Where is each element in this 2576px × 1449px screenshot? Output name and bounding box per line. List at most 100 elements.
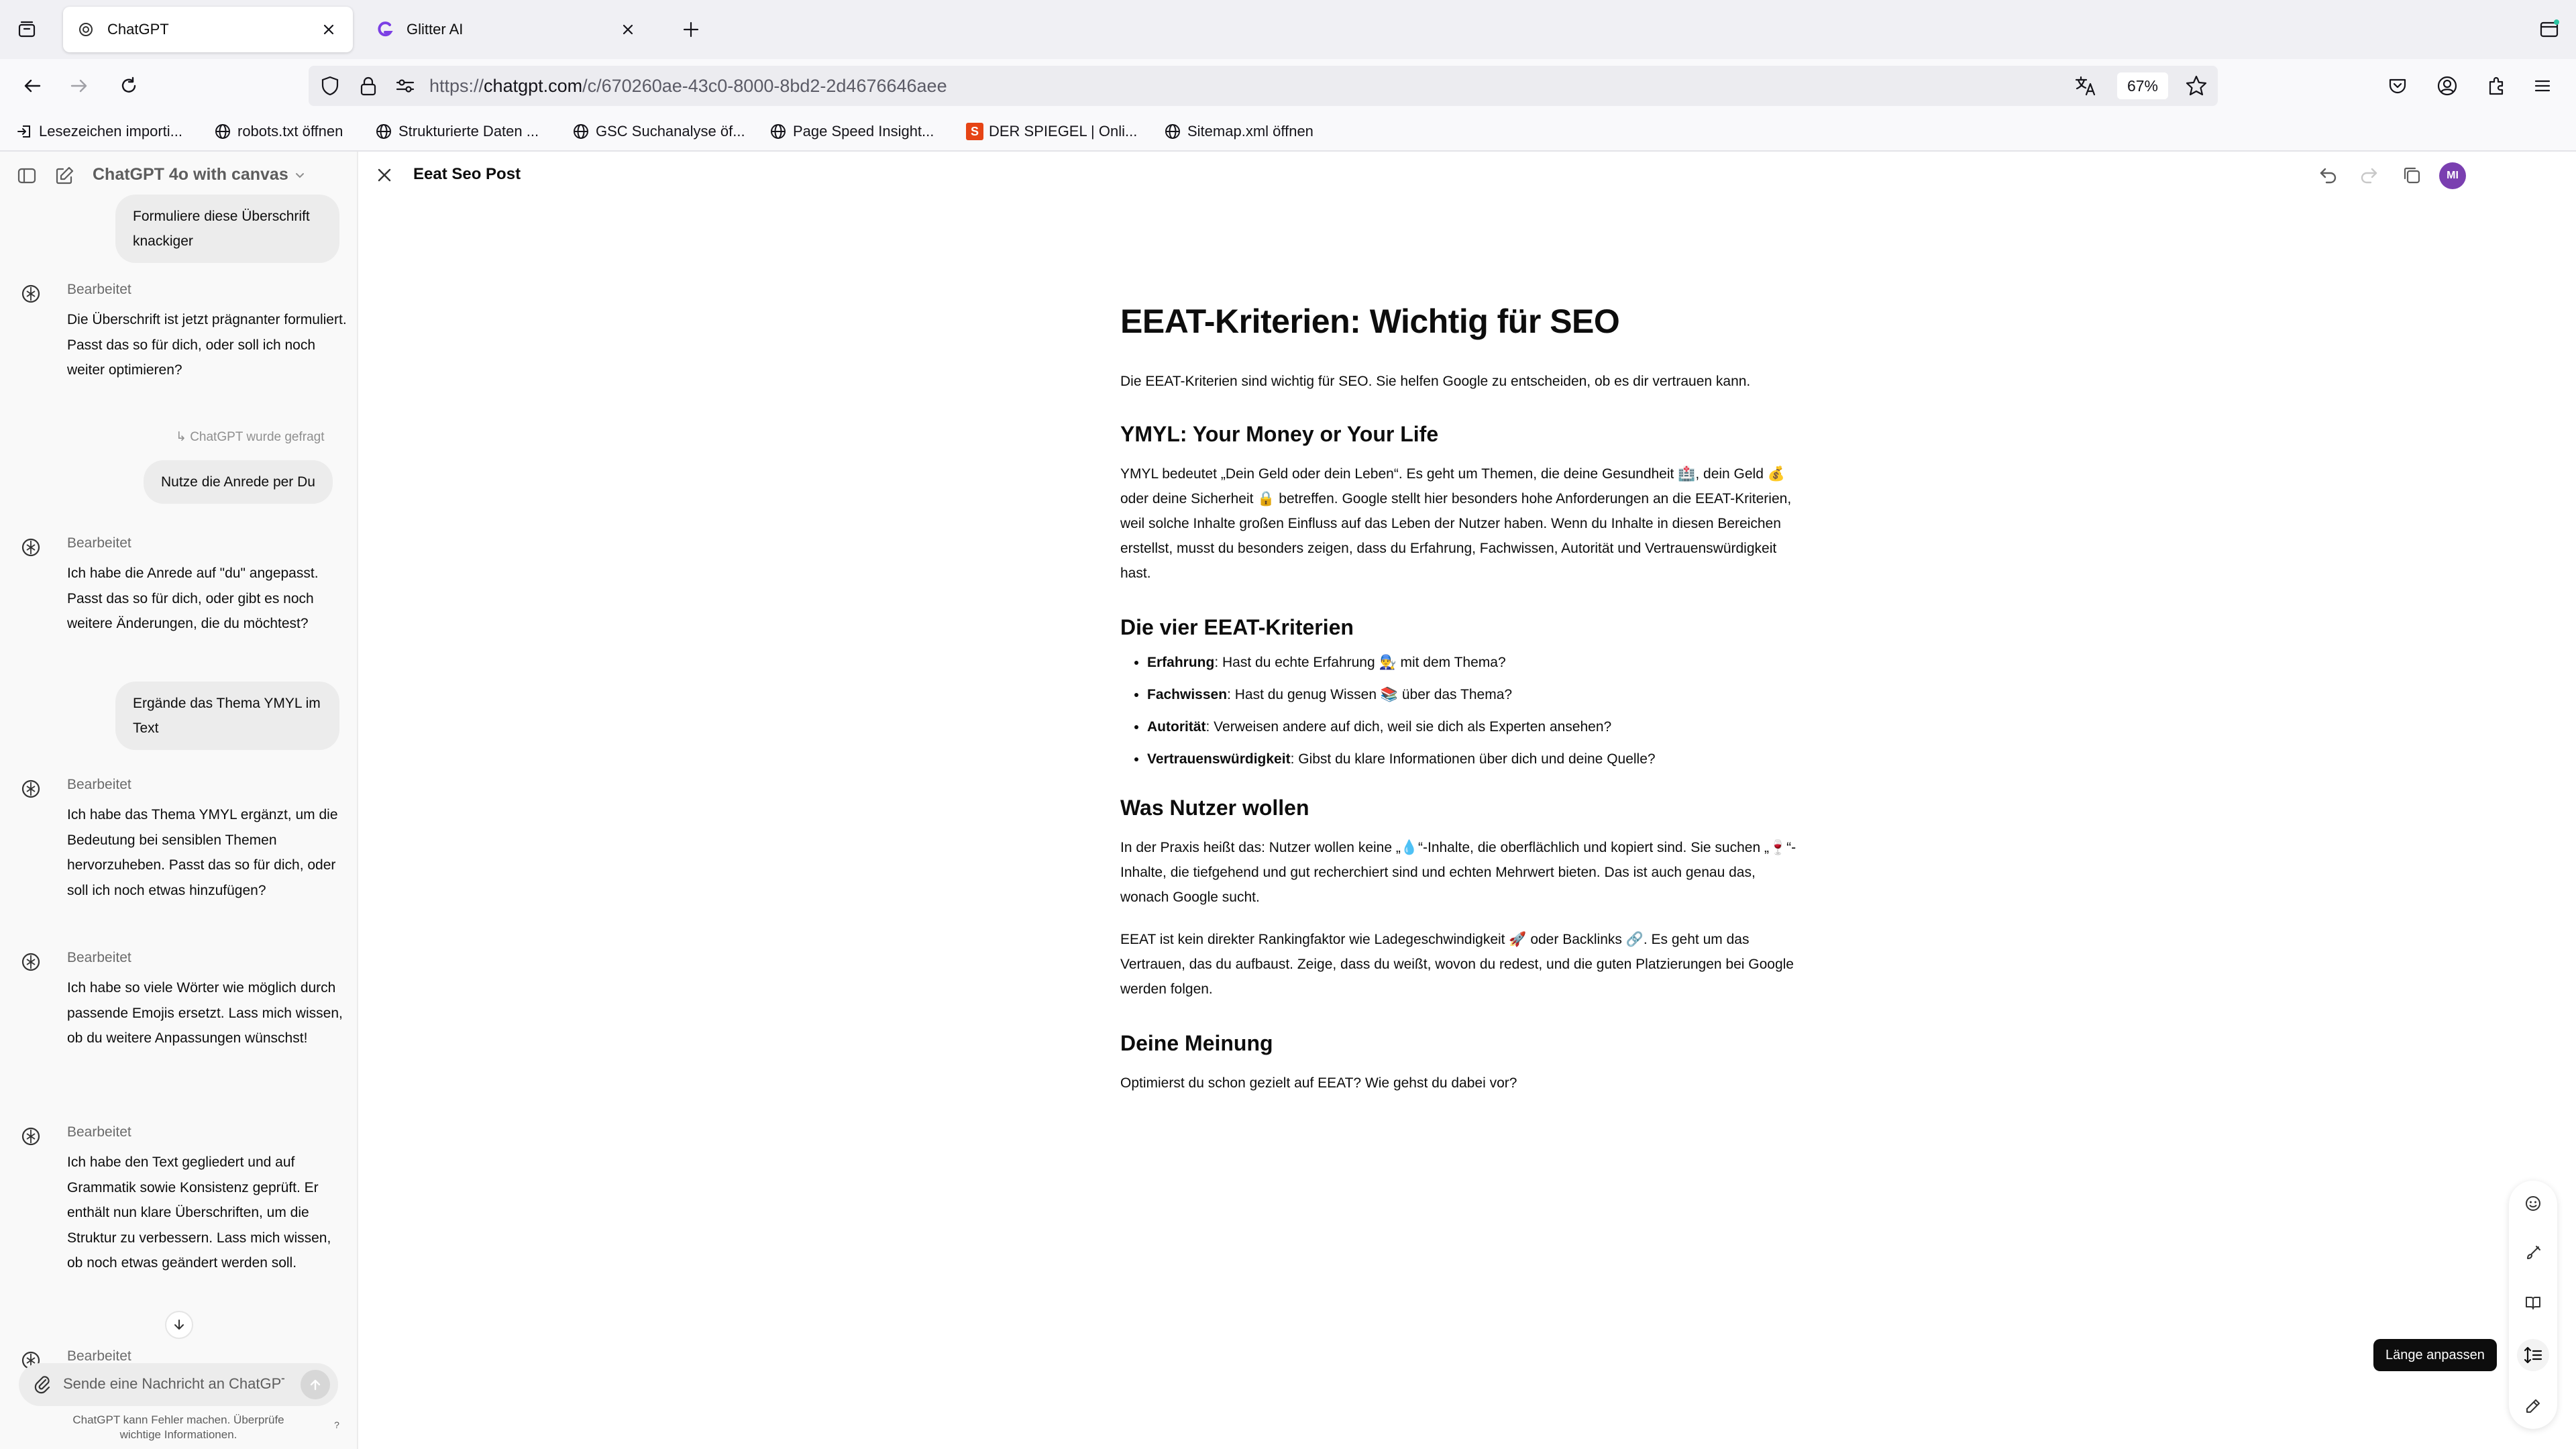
edited-label: Bearbeitet — [67, 282, 131, 297]
reply-arrow-icon: ↳ — [176, 430, 191, 444]
criterion-term: Autorität — [1147, 719, 1206, 735]
undo-icon[interactable] — [2317, 164, 2340, 186]
assistant-text: Die Überschrift ist jetzt prägnanter for… — [67, 312, 347, 378]
canvas-document[interactable]: EEAT-Kriterien: Wichtig für SEO Die EEAT… — [1120, 302, 1805, 1095]
message-composer — [19, 1363, 338, 1406]
bookmark-import[interactable]: Lesezeichen importi... — [15, 119, 182, 144]
globe-icon — [374, 122, 393, 141]
bookmark-label: GSC Suchanalyse öf... — [596, 123, 745, 140]
edited-label: Bearbeitet — [67, 1124, 131, 1140]
section-heading-ymyl: YMYL: Your Money or Your Life — [1120, 422, 1439, 446]
copy-icon[interactable] — [2400, 164, 2423, 186]
model-selector[interactable]: ChatGPT 4o with canvas — [93, 165, 306, 184]
edited-label: Bearbeitet — [67, 1348, 131, 1364]
send-button[interactable] — [301, 1370, 330, 1399]
close-tab-icon[interactable] — [318, 19, 339, 40]
criteria-list: Erfahrung: Hast du echte Erfahrung 👨‍🔧 m… — [1120, 647, 1805, 775]
reload-icon[interactable] — [113, 70, 145, 102]
chatgpt-logo-icon — [20, 283, 42, 305]
tab-glitter-ai[interactable]: Glitter AI — [362, 7, 652, 52]
bookmark-label: Strukturierte Daten ... — [398, 123, 539, 140]
chatgpt-logo-icon — [20, 778, 42, 800]
bookmark-robots[interactable]: robots.txt öffnen — [213, 119, 343, 144]
edited-label: Bearbeitet — [67, 777, 131, 792]
adjust-length-icon[interactable] — [2517, 1339, 2549, 1371]
bookmark-pagespeed[interactable]: Page Speed Insight... — [769, 119, 934, 144]
lock-icon[interactable] — [358, 75, 378, 97]
chatgpt-logo-icon — [20, 1126, 42, 1147]
bookmark-label: DER SPIEGEL | Onli... — [989, 123, 1138, 140]
list-item: Fachwissen: Hast du genug Wissen 📚 über … — [1147, 679, 1805, 711]
url-path: /c/670260ae-43c0-8000-8bd2-2d4676646aee — [582, 76, 947, 96]
globe-icon — [769, 122, 788, 141]
chatgpt-icon — [76, 20, 95, 39]
polish-icon[interactable] — [2517, 1237, 2549, 1269]
bookmark-spiegel[interactable]: S DER SPIEGEL | Onli... — [966, 119, 1137, 144]
document-heading: EEAT-Kriterien: Wichtig für SEO — [1120, 303, 1620, 340]
translate-icon[interactable] — [2074, 74, 2097, 97]
criterion-term: Fachwissen — [1147, 687, 1228, 702]
message-input[interactable] — [63, 1373, 284, 1395]
user-message: Nutze die Anrede per Du — [144, 460, 333, 504]
close-canvas-icon[interactable] — [376, 166, 393, 184]
redo-icon[interactable] — [2357, 164, 2380, 186]
tooltip: Länge anpassen — [2373, 1339, 2497, 1371]
user-message: Ergände das Thema YMYL im Text — [115, 682, 339, 750]
bookmark-structured-data[interactable]: Strukturierte Daten ... — [374, 119, 539, 144]
edit-suggestions-icon[interactable] — [2517, 1390, 2549, 1422]
bookmark-star-icon[interactable] — [2184, 74, 2208, 98]
forward-icon[interactable] — [63, 70, 95, 102]
account-icon[interactable] — [2431, 70, 2463, 102]
url-host: chatgpt.com — [484, 76, 583, 96]
help-icon[interactable]: ? — [331, 1419, 342, 1430]
spiegel-icon: S — [966, 123, 983, 140]
globe-icon — [213, 122, 232, 141]
canvas-header: Eeat Seo Post MI — [358, 152, 2576, 199]
asked-indicator: ↳ ChatGPT wurde gefragt — [176, 429, 325, 445]
toggle-sidebar-icon[interactable] — [16, 165, 38, 186]
tab-overview-icon[interactable] — [11, 13, 43, 46]
ranking-paragraph: EEAT ist kein direkter Rankingfaktor wie… — [1120, 932, 1794, 997]
glitter-ai-icon — [376, 20, 394, 39]
assistant-text: Ich habe das Thema YMYL ergänzt, um die … — [67, 807, 338, 898]
close-tab-icon[interactable] — [617, 19, 639, 40]
bookmark-gsc[interactable]: GSC Suchanalyse öf... — [572, 119, 745, 144]
pocket-icon[interactable] — [2381, 70, 2414, 102]
disclaimer-text: ChatGPT kann Fehler machen. Überprüfe wi… — [72, 1413, 284, 1441]
list-item: Erfahrung: Hast du echte Erfahrung 👨‍🔧 m… — [1147, 647, 1805, 679]
criterion-text: : Hast du echte Erfahrung 👨‍🔧 mit dem Th… — [1214, 655, 1506, 670]
criterion-term: Erfahrung — [1147, 655, 1215, 670]
extensions-icon[interactable] — [2481, 70, 2513, 102]
scroll-to-bottom-button[interactable] — [165, 1311, 193, 1339]
canvas-title: Eeat Seo Post — [413, 165, 521, 183]
canvas-toolbar — [2509, 1181, 2557, 1429]
bookmark-sitemap[interactable]: Sitemap.xml öffnen — [1163, 119, 1313, 144]
assistant-text: Ich habe die Anrede auf "du" angepasst. … — [67, 566, 319, 631]
section-heading-criteria: Die vier EEAT-Kriterien — [1120, 615, 1354, 639]
globe-icon — [1163, 122, 1182, 141]
tab-title: ChatGPT — [107, 21, 169, 38]
import-icon — [15, 122, 34, 141]
new-tab-icon[interactable] — [675, 13, 707, 46]
edited-label: Bearbeitet — [67, 950, 131, 965]
url-text[interactable]: https://chatgpt.com/c/670260ae-43c0-8000… — [429, 76, 947, 97]
zoom-level-badge[interactable]: 67% — [2117, 72, 2168, 99]
bookmark-label: Sitemap.xml öffnen — [1187, 123, 1313, 140]
bookmark-label: Lesezeichen importi... — [39, 123, 182, 140]
globe-icon — [572, 122, 590, 141]
tracking-protection-icon[interactable] — [319, 75, 341, 97]
reading-level-icon[interactable] — [2517, 1287, 2549, 1319]
list-item: Autorität: Verweisen andere auf dich, we… — [1147, 711, 1805, 743]
user-avatar[interactable]: MI — [2439, 162, 2466, 189]
assistant-text: Ich habe den Text gegliedert und auf Gra… — [67, 1155, 331, 1271]
section-heading-opinion: Deine Meinung — [1120, 1031, 1273, 1055]
back-icon[interactable] — [16, 70, 48, 102]
site-permissions-icon[interactable] — [394, 75, 416, 97]
paperclip-icon[interactable] — [32, 1374, 52, 1395]
menu-icon[interactable] — [2526, 70, 2559, 102]
emoji-icon[interactable] — [2517, 1187, 2549, 1220]
new-chat-icon[interactable] — [54, 165, 75, 186]
tab-chatgpt[interactable]: ChatGPT — [63, 7, 353, 52]
sidebar-toggle-icon[interactable] — [2533, 13, 2565, 46]
address-bar[interactable]: https://chatgpt.com/c/670260ae-43c0-8000… — [309, 66, 2218, 106]
